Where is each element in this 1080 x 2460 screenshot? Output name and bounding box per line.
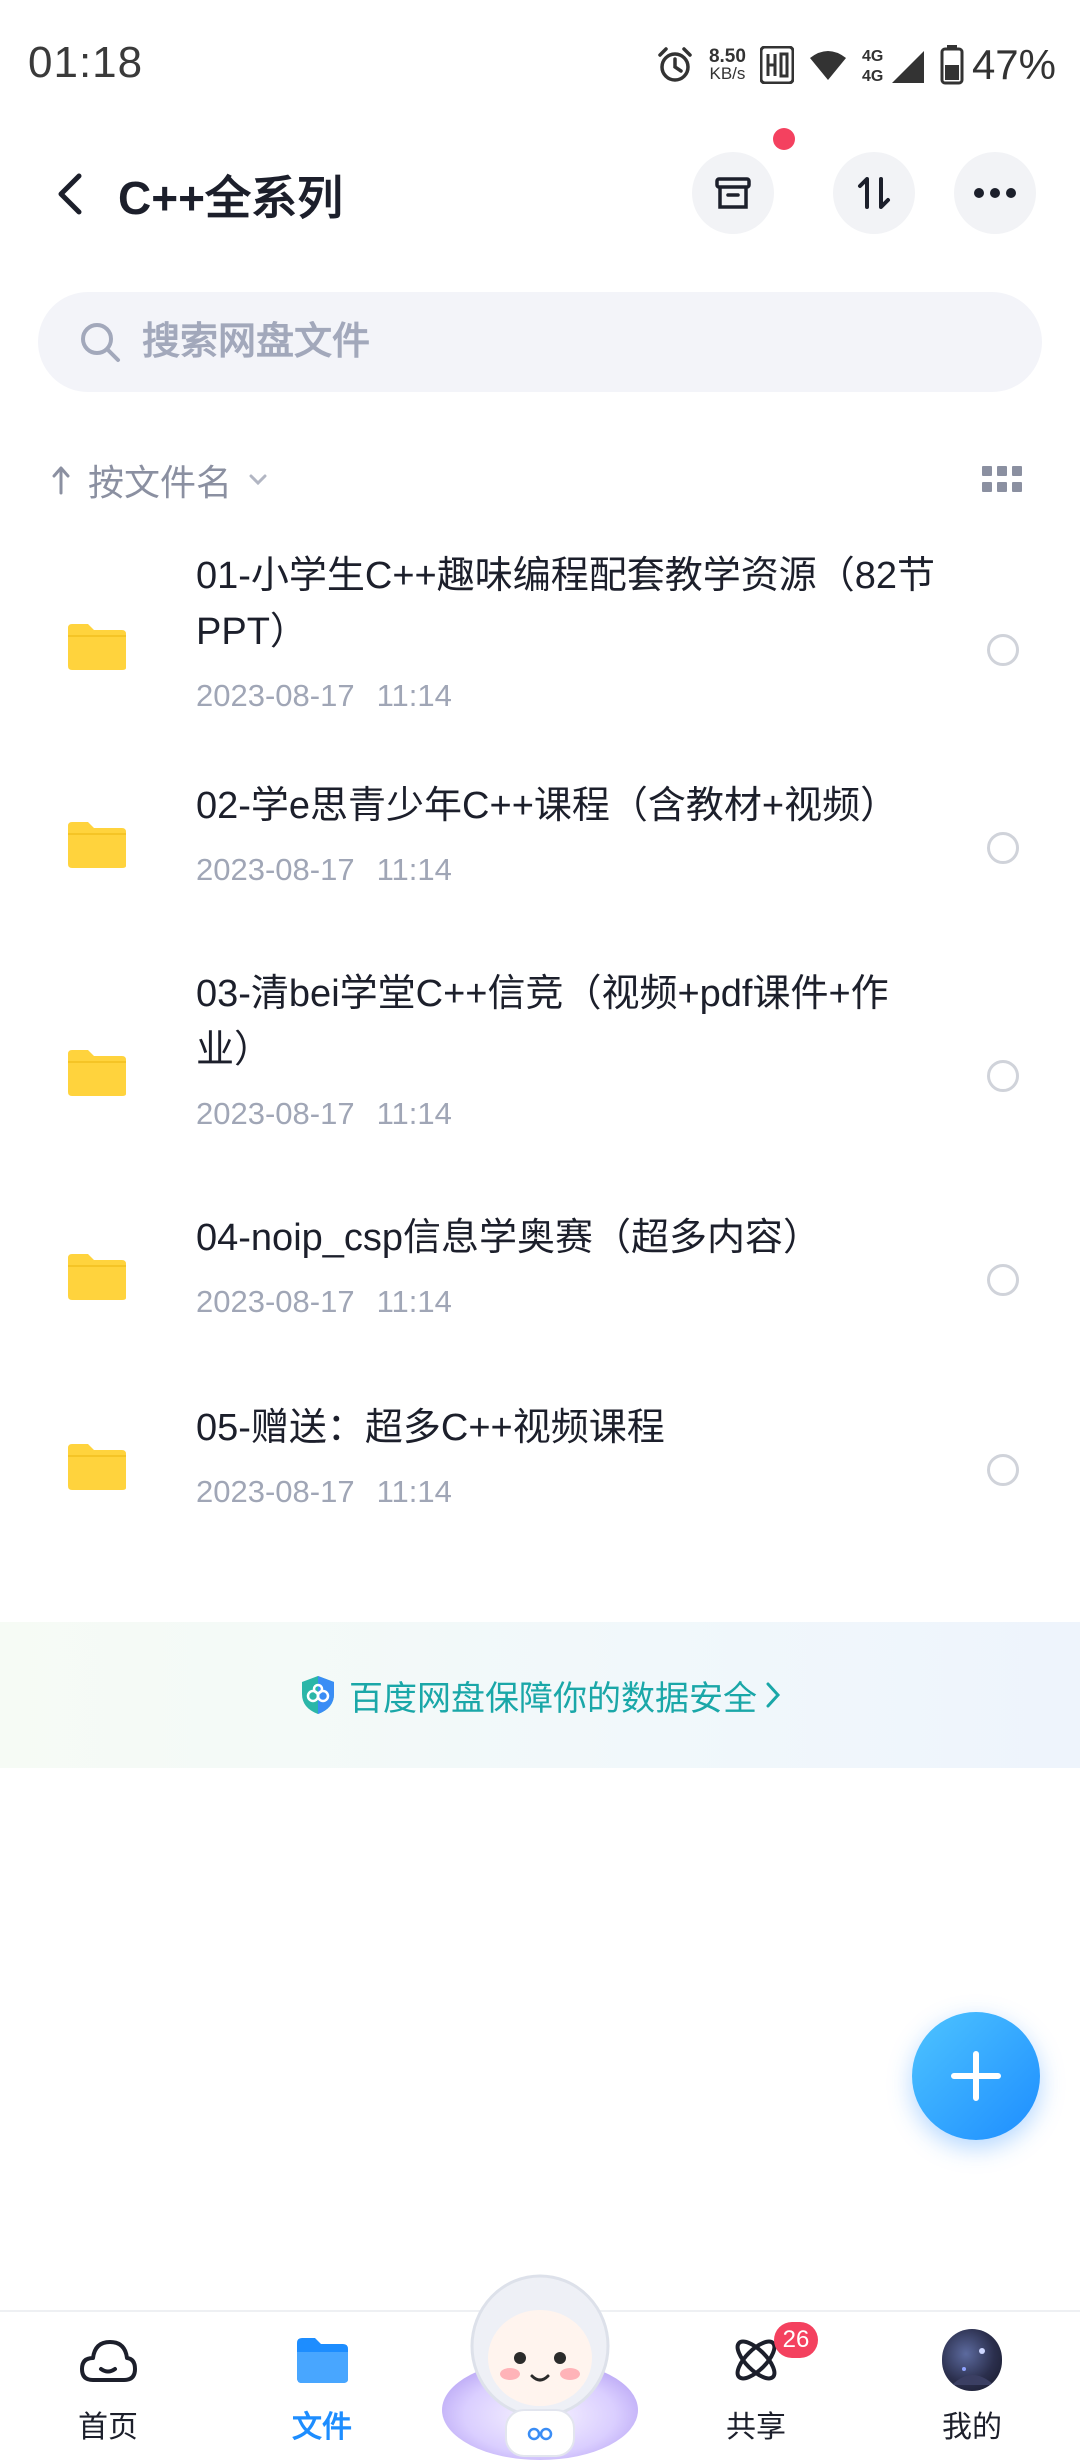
nav-share[interactable]: 26 共享	[686, 2322, 826, 2460]
folder-tab-icon	[297, 2338, 348, 2383]
file-row[interactable]: 03-清bei学堂C++信竞（视频+pdf课件+作业） 2023-08-17 11…	[0, 966, 1080, 1166]
file-date-time: 11:14	[376, 678, 452, 713]
back-button[interactable]	[40, 164, 100, 224]
shield-icon	[302, 1676, 334, 1714]
svg-text:4G: 4G	[862, 68, 883, 85]
sort-icon	[858, 177, 890, 209]
notification-dot	[773, 128, 795, 150]
file-date-time: 11:14	[376, 1474, 452, 1509]
file-date: 2023-08-17 11:14	[196, 852, 474, 888]
folder-icon	[68, 1050, 126, 1096]
status-time: 01:18	[28, 38, 144, 87]
file-name: 05-赠送：超多C++视频课程	[196, 1407, 665, 1449]
search-input[interactable]	[142, 320, 942, 364]
file-date: 2023-08-17 11:14	[196, 1096, 474, 1132]
cloud-home-icon	[80, 2340, 137, 2382]
mascot-icon[interactable]	[436, 2250, 644, 2460]
search-bar[interactable]	[38, 292, 1042, 392]
file-date-day: 2023-08-17	[196, 852, 355, 887]
nav-mine-label: 我的	[942, 2411, 1002, 2444]
file-date: 2023-08-17 11:14	[196, 678, 474, 714]
file-date-time: 11:14	[376, 1284, 452, 1319]
archive-icon	[715, 177, 751, 209]
avatar	[942, 2329, 1002, 2391]
file-date-day: 2023-08-17	[196, 1284, 355, 1319]
file-name: 01-小学生C++趣味编程配套教学资源（82节PPT）	[196, 555, 936, 653]
svg-text:4G: 4G	[862, 48, 883, 65]
file-name: 03-清bei学堂C++信竞（视频+pdf课件+作业）	[196, 973, 889, 1071]
sort-row: 按文件名	[0, 448, 1080, 512]
file-row[interactable]: 01-小学生C++趣味编程配套教学资源（82节PPT） 2023-08-17 11…	[0, 548, 1080, 748]
net-speed-unit: KB/s	[709, 64, 746, 83]
nav-home[interactable]: 首页	[38, 2330, 178, 2460]
net-speed-value: 8.50	[708, 46, 746, 67]
file-date-day: 2023-08-17	[196, 1474, 355, 1509]
grid-view-icon[interactable]	[982, 462, 1022, 498]
nav-files[interactable]: 文件	[252, 2330, 392, 2460]
nav-mine[interactable]: 我的	[902, 2329, 1042, 2460]
select-checkbox[interactable]	[987, 1264, 1019, 1296]
status-icons: 8.50 KB/s 4G 4G 47%	[641, 40, 1056, 90]
folder-icon	[68, 822, 126, 868]
nav-home-label: 首页	[78, 2411, 138, 2444]
more-icon	[974, 188, 1016, 198]
header: C++全系列	[0, 128, 1080, 250]
chevron-right-icon	[766, 1682, 781, 1708]
file-date-time: 11:14	[376, 852, 452, 887]
file-date: 2023-08-17 11:14	[196, 1474, 474, 1510]
file-row[interactable]: 02-学e思青少年C++课程（含教材+视频） 2023-08-17 11:14	[0, 778, 1080, 918]
add-button[interactable]	[912, 2012, 1040, 2140]
file-date-day: 2023-08-17	[196, 678, 355, 713]
hd-icon	[759, 46, 794, 84]
sort-label: 按文件名	[88, 462, 233, 503]
sort-by-name-button[interactable]: 按文件名	[52, 448, 268, 512]
file-date-time: 11:14	[376, 1096, 452, 1131]
select-checkbox[interactable]	[987, 1060, 1019, 1092]
file-name: 02-学e思青少年C++课程（含教材+视频）	[196, 785, 899, 827]
nav-share-label: 共享	[726, 2411, 786, 2444]
select-checkbox[interactable]	[987, 832, 1019, 864]
battery-percent: 47%	[971, 41, 1056, 88]
back-icon	[58, 173, 82, 215]
signal-icon: 4G 4G	[862, 48, 924, 85]
security-banner[interactable]: 百度网盘保障你的数据安全	[0, 1622, 1080, 1768]
file-date: 2023-08-17 11:14	[196, 1284, 474, 1320]
transfer-button[interactable]	[833, 152, 915, 234]
select-checkbox[interactable]	[987, 634, 1019, 666]
select-checkbox[interactable]	[987, 1454, 1019, 1486]
sort-arrow-up-icon	[52, 466, 70, 495]
folder-icon	[68, 624, 126, 670]
wifi-icon	[809, 51, 846, 80]
folder-icon	[68, 1444, 126, 1490]
file-row[interactable]: 05-赠送：超多C++视频课程 2023-08-17 11:14	[0, 1400, 1080, 1540]
file-name: 04-noip_csp信息学奥赛（超多内容）	[196, 1217, 822, 1259]
folder-icon	[68, 1254, 126, 1300]
page-title: C++全系列	[118, 172, 343, 224]
battery-icon	[940, 45, 964, 85]
plus-icon	[951, 2051, 1001, 2101]
archive-button[interactable]	[692, 152, 774, 234]
nav-files-label: 文件	[292, 2411, 352, 2444]
security-text: 百度网盘保障你的数据安全	[349, 1679, 757, 1718]
alarm-icon	[658, 47, 692, 82]
status-bar: 01:18 8.50 KB/s 4G 4G 47%	[0, 0, 1080, 130]
search-icon	[81, 323, 120, 362]
file-row[interactable]: 04-noip_csp信息学奥赛（超多内容） 2023-08-17 11:14	[0, 1210, 1080, 1350]
share-badge: 26	[774, 2322, 818, 2358]
file-date-day: 2023-08-17	[196, 1096, 355, 1131]
more-button[interactable]	[954, 152, 1036, 234]
chevron-down-icon	[249, 474, 267, 486]
net-speed: 8.50 KB/s	[708, 46, 746, 83]
